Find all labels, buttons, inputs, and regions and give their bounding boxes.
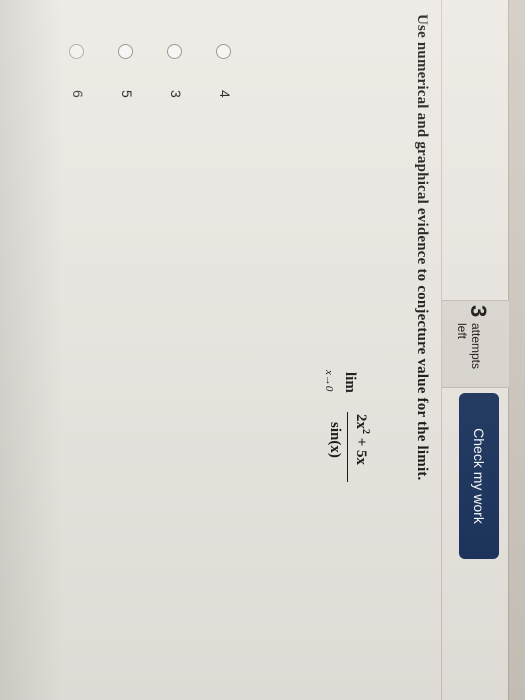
lim-approach: x→0 <box>323 370 335 392</box>
radio-button[interactable] <box>216 44 231 59</box>
numerator-base: 2x <box>353 414 369 429</box>
lim-word: lim <box>342 372 358 393</box>
fraction-bar <box>347 412 348 482</box>
fraction-numerator: 2x2 + 5x <box>352 414 371 465</box>
option-4[interactable]: 4 <box>184 38 233 198</box>
attempts-count: 3 <box>466 305 491 318</box>
option-label: 4 <box>217 90 233 98</box>
question-prompt: Use numerical and graphical evidence to … <box>414 14 430 481</box>
check-my-work-button[interactable]: Check my work <box>459 393 499 559</box>
radio-button[interactable] <box>69 44 84 59</box>
top-bar <box>508 0 525 700</box>
attempts-indicator: 3 attempts left <box>442 300 509 388</box>
numerator-tail: + 5x <box>353 434 369 466</box>
radio-button[interactable] <box>118 44 133 59</box>
option-3[interactable]: 3 <box>135 38 184 198</box>
attempts-label: attempts left <box>455 323 483 370</box>
divider <box>441 0 442 700</box>
answer-options: 4 3 5 6 <box>37 38 233 198</box>
option-label: 3 <box>168 90 184 98</box>
question-panel: 3 attempts left Check my work Use numeri… <box>0 0 525 700</box>
option-6[interactable]: 6 <box>37 38 86 198</box>
option-label: 6 <box>70 90 86 98</box>
fraction-denominator: sin(x) <box>327 422 343 458</box>
limit-expression: lim x→0 2x2 + 5x sin(x) <box>313 370 375 522</box>
radio-button[interactable] <box>167 44 182 59</box>
option-5[interactable]: 5 <box>86 38 135 198</box>
option-label: 5 <box>119 90 135 98</box>
